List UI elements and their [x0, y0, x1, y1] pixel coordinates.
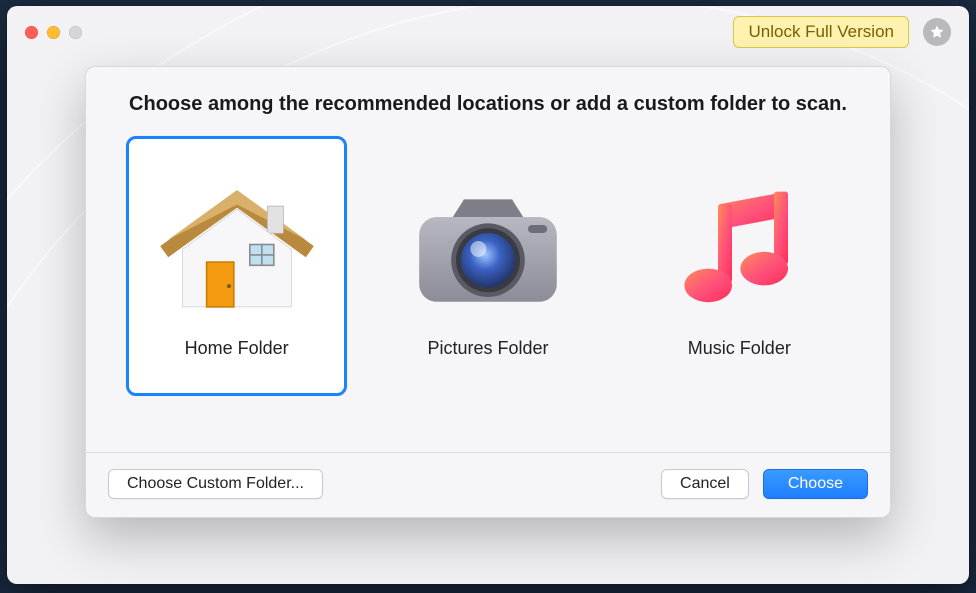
footer-right-buttons: Cancel Choose [661, 469, 868, 499]
folder-selection-sheet: Choose among the recommended locations o… [85, 66, 891, 518]
option-music-folder[interactable]: Music Folder [629, 136, 850, 396]
window-controls [25, 26, 82, 39]
option-label: Pictures Folder [427, 338, 548, 359]
sheet-heading: Choose among the recommended locations o… [106, 93, 870, 116]
cancel-button[interactable]: Cancel [661, 469, 749, 499]
folder-options-row: Home Folder [86, 136, 890, 396]
choose-custom-folder-button[interactable]: Choose Custom Folder... [108, 469, 323, 499]
minimize-window-icon[interactable] [47, 26, 60, 39]
music-folder-icon [659, 174, 819, 324]
app-window: Unlock Full Version Choose among the rec… [7, 6, 969, 584]
option-pictures-folder[interactable]: Pictures Folder [377, 136, 598, 396]
fullscreen-window-icon [69, 26, 82, 39]
pictures-folder-icon [408, 174, 568, 324]
titlebar: Unlock Full Version [7, 6, 969, 58]
close-window-icon[interactable] [25, 26, 38, 39]
titlebar-right: Unlock Full Version [733, 16, 951, 48]
choose-button[interactable]: Choose [763, 469, 868, 499]
option-label: Music Folder [688, 338, 791, 359]
home-folder-icon [157, 174, 317, 324]
sheet-footer: Choose Custom Folder... Cancel Choose [86, 452, 890, 517]
favorites-star-icon[interactable] [923, 18, 951, 46]
unlock-full-version-button[interactable]: Unlock Full Version [733, 16, 909, 48]
option-label: Home Folder [185, 338, 289, 359]
option-home-folder[interactable]: Home Folder [126, 136, 347, 396]
